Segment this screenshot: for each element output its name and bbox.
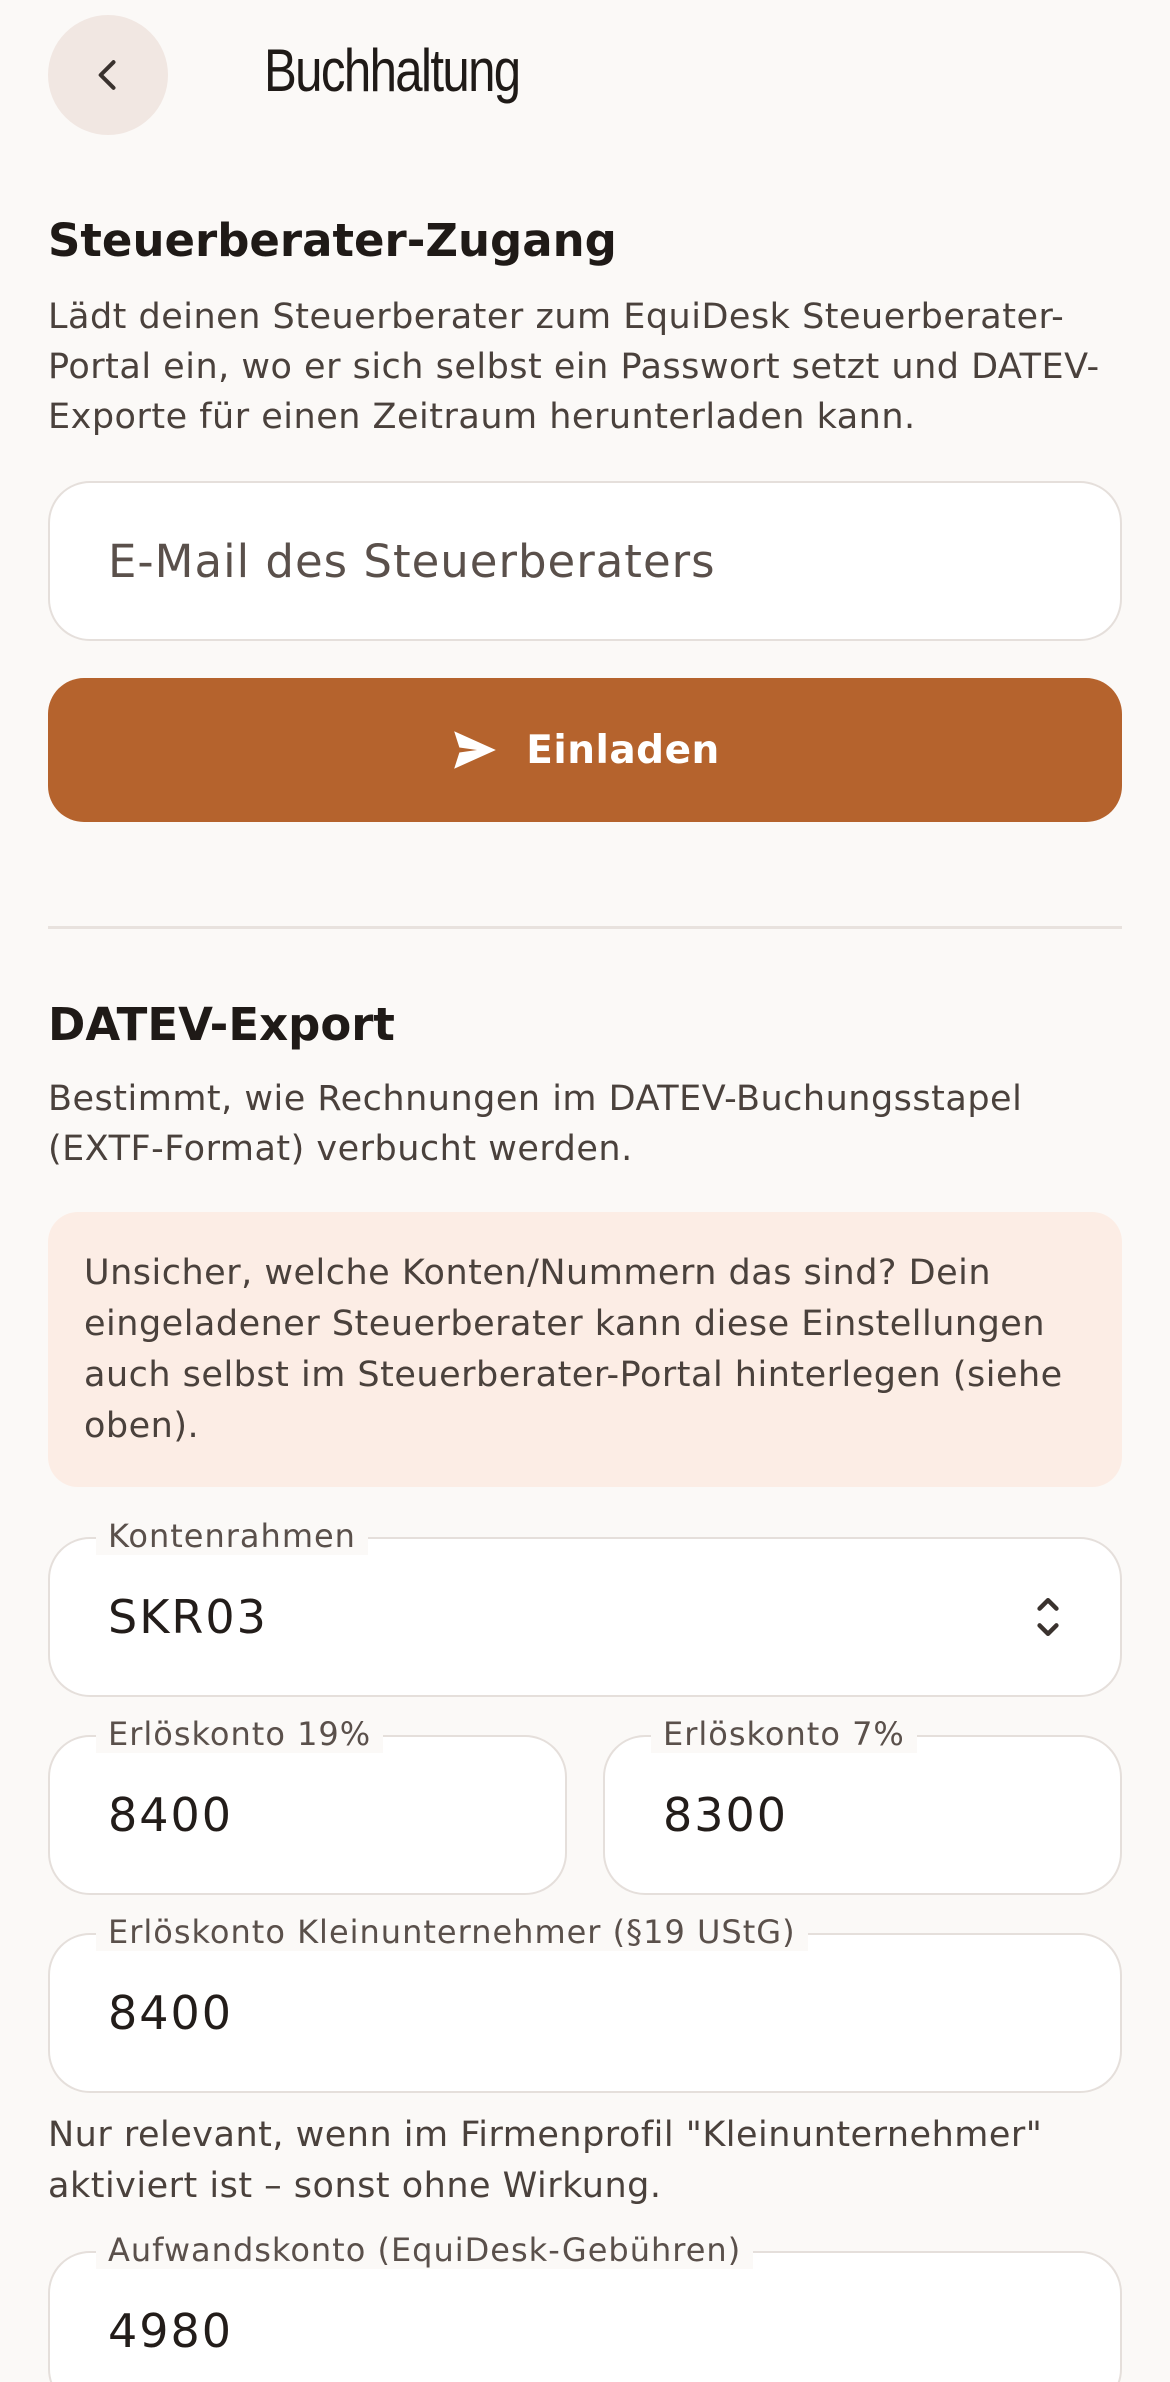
tax-advisor-email-input[interactable] bbox=[108, 483, 1071, 639]
erloeskonto-7-field[interactable]: Erlöskonto 7% 8300 bbox=[603, 1715, 1122, 1895]
kontenrahmen-select[interactable]: Kontenrahmen SKR03 bbox=[48, 1517, 1122, 1697]
tax-advisor-description: Lädt deinen Steuerberater zum EquiDesk S… bbox=[48, 297, 1100, 437]
erloeskonto-kleinunternehmer-value[interactable]: 8400 bbox=[108, 1935, 233, 2091]
section-divider bbox=[48, 926, 1122, 929]
invite-button-label: Einladen bbox=[526, 727, 720, 773]
erloeskonto-kleinunternehmer-field[interactable]: Erlöskonto Kleinunternehmer (§19 UStG) 8… bbox=[48, 1913, 1122, 2093]
kontenrahmen-value: SKR03 bbox=[108, 1590, 268, 1644]
chevron-up-down-icon bbox=[1037, 1597, 1059, 1637]
send-icon bbox=[454, 731, 497, 769]
aufwandskonto-value[interactable]: 4980 bbox=[108, 2253, 233, 2382]
datev-hint-text: Unsicher, welche Konten/Nummern das sind… bbox=[84, 1253, 1063, 1446]
back-button[interactable] bbox=[48, 15, 168, 135]
datev-description: Bestimmt, wie Rechnungen im DATEV-Buchun… bbox=[48, 1079, 1023, 1169]
invite-button[interactable]: Einladen bbox=[48, 678, 1122, 822]
tax-advisor-section-title: Steuerberater-Zugang bbox=[48, 214, 617, 267]
kleinunternehmer-helper-text: Nur relevant, wenn im Firmenprofil "Klei… bbox=[48, 2115, 1043, 2206]
chevron-left-icon bbox=[98, 60, 116, 90]
erloeskonto-19-field[interactable]: Erlöskonto 19% 8400 bbox=[48, 1715, 567, 1895]
accounting-screen: Buchhaltung Steuerberater-Zugang Lädt de… bbox=[0, 0, 1170, 2382]
datev-section-title: DATEV-Export bbox=[48, 998, 395, 1051]
page-title: Buchhaltung bbox=[264, 37, 521, 104]
erloeskonto-7-value[interactable]: 8300 bbox=[663, 1737, 788, 1893]
aufwandskonto-field[interactable]: Aufwandskonto (EquiDesk-Gebühren) 4980 bbox=[48, 2231, 1122, 2382]
erloeskonto-19-value[interactable]: 8400 bbox=[108, 1737, 233, 1893]
tax-advisor-email-field[interactable] bbox=[48, 481, 1122, 641]
datev-hint-box: Unsicher, welche Konten/Nummern das sind… bbox=[48, 1212, 1122, 1487]
